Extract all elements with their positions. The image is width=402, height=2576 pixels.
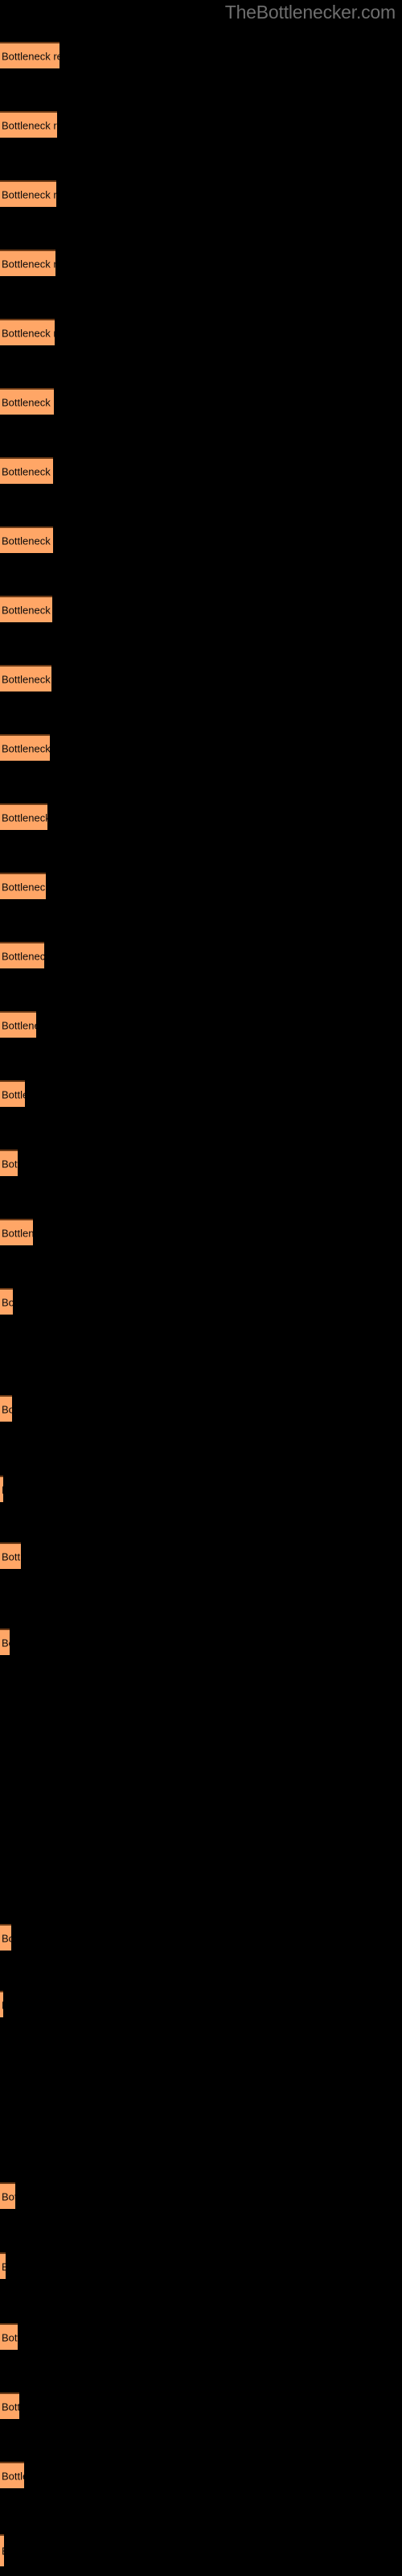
bar-row: Bottleneck result [0, 803, 402, 830]
bar-row: Bottleneck result [0, 1080, 402, 1107]
bar-1[interactable]: Bottleneck result [0, 42, 59, 68]
bar-15[interactable]: Bottleneck result [0, 1011, 36, 1038]
bar-12[interactable]: Bottleneck result [0, 803, 47, 830]
bar-row: Bottleneck result [0, 388, 402, 415]
bar-2[interactable]: Bottleneck result [0, 111, 57, 138]
bar-label: Bottleneck result [2, 2401, 19, 2413]
bar-row: Bottleneck result [0, 1288, 402, 1315]
bar-19[interactable]: Bottleneck result [0, 1288, 13, 1315]
bar-row: Bottleneck result [0, 2534, 402, 2566]
bar-row: Bottleneck result [0, 1219, 402, 1245]
bar-row: Bottleneck result [0, 1011, 402, 1038]
bar-14[interactable]: Bottleneck result [0, 942, 44, 968]
bar-label: Bottleneck result [2, 1999, 3, 2011]
bar-label: Bottleneck result [2, 465, 53, 477]
bar-row: Bottleneck result [0, 2392, 402, 2419]
bar-label: Bottleneck result [2, 811, 47, 824]
bottleneck-bar-chart: TheBottlenecker.com Bottleneck resultBot… [0, 0, 402, 2576]
bar-row: Bottleneck result [0, 2462, 402, 2488]
bar-row: Bottleneck result [0, 526, 402, 553]
bar-label: Bottleneck result [2, 1227, 33, 1239]
bar-label: Bottleneck result [2, 742, 50, 754]
bar-row: Bottleneck result [0, 250, 402, 276]
bar-label: Bottleneck result [2, 950, 44, 962]
bar-row: Bottleneck result [0, 1629, 402, 1655]
bar-row: Bottleneck result [0, 665, 402, 691]
bar-label: Bottleneck result [2, 1088, 25, 1100]
bar-label: Bottleneck result [2, 1019, 36, 1031]
bar-row: Bottleneck result [0, 457, 402, 484]
bar-22[interactable]: Bottleneck result [0, 1542, 21, 1569]
bar-29[interactable]: Bottleneck result [0, 2392, 19, 2419]
bar-label: Bottleneck result [2, 673, 51, 685]
bar-row: Bottleneck result [0, 942, 402, 968]
chart-plot-area: Bottleneck result Bottleneck result Bottle… [0, 0, 402, 2576]
bar-row: Bottleneck result [0, 1542, 402, 1569]
bar-label: Bottleneck result [2, 1158, 18, 1170]
bar-18[interactable]: Bottleneck result [0, 1219, 33, 1245]
bar-row: Bottleneck result [0, 873, 402, 899]
bar-24[interactable]: Bottleneck result [0, 1924, 11, 1951]
bar-11[interactable]: Bottleneck result [0, 734, 50, 761]
bar-row: Bottleneck result [0, 1395, 402, 1422]
bar-label: Bottleneck result [2, 2190, 15, 2202]
bar-label: Bottleneck result [2, 188, 56, 200]
bar-6[interactable]: Bottleneck result [0, 388, 54, 415]
bar-label: Bottleneck result [2, 2470, 24, 2482]
bar-7[interactable]: Bottleneck result [0, 457, 53, 484]
bar-row: Bottleneck result [0, 111, 402, 138]
bar-row: Bottleneck result [0, 1476, 402, 1502]
bar-row: Bottleneck result [0, 2323, 402, 2350]
bar-30[interactable]: Bottleneck result [0, 2462, 24, 2488]
bar-label: Bottleneck result [2, 119, 57, 131]
bar-label: Bottleneck result [2, 2331, 18, 2343]
bar-row: Bottleneck result [0, 596, 402, 622]
bar-label: Bottleneck result [2, 881, 46, 893]
bar-row: Bottleneck result [0, 2252, 402, 2279]
bar-4[interactable]: Bottleneck result [0, 250, 55, 276]
bar-label: Bottleneck result [2, 1550, 21, 1563]
bar-28[interactable]: Bottleneck result [0, 2323, 18, 2350]
bar-label: Bottleneck result [2, 604, 52, 616]
bar-row: Bottleneck result [0, 1991, 402, 2017]
bar-row: Bottleneck result [0, 1924, 402, 1951]
bar-21[interactable]: Bottleneck result [0, 1476, 3, 1502]
bar-25[interactable]: Bottleneck result [0, 1991, 3, 2017]
bar-row: Bottleneck result [0, 319, 402, 345]
bar-9[interactable]: Bottleneck result [0, 596, 52, 622]
bar-row: Bottleneck result [0, 180, 402, 207]
bar-label: Bottleneck result [2, 2545, 4, 2557]
bar-label: Bottleneck result [2, 258, 55, 270]
bar-row: Bottleneck result [0, 734, 402, 761]
bar-5[interactable]: Bottleneck result [0, 319, 55, 345]
bar-label: Bottleneck result [2, 396, 54, 408]
bar-13[interactable]: Bottleneck result [0, 873, 46, 899]
bar-17[interactable]: Bottleneck result [0, 1150, 18, 1176]
bar-label: Bottleneck result [2, 535, 53, 547]
bar-label: Bottleneck result [2, 50, 59, 62]
bar-26[interactable]: Bottleneck result [0, 2182, 15, 2209]
bar-row: Bottleneck result [0, 42, 402, 68]
bar-10[interactable]: Bottleneck result [0, 665, 51, 691]
bar-31[interactable]: Bottleneck result [0, 2534, 4, 2566]
bar-8[interactable]: Bottleneck result [0, 526, 53, 553]
bar-label: Bottleneck result [2, 2260, 6, 2273]
bar-23[interactable]: Bottleneck result [0, 1629, 10, 1655]
bar-16[interactable]: Bottleneck result [0, 1080, 25, 1107]
bar-label: Bottleneck result [2, 1637, 10, 1649]
bar-row: Bottleneck result [0, 1150, 402, 1176]
bar-3[interactable]: Bottleneck result [0, 180, 56, 207]
bar-label: Bottleneck result [2, 1296, 13, 1308]
bar-27[interactable]: Bottleneck result [0, 2252, 6, 2279]
bar-label: Bottleneck result [2, 1932, 11, 1944]
bar-label: Bottleneck result [2, 327, 55, 339]
bar-label: Bottleneck result [2, 1403, 12, 1415]
bar-20[interactable]: Bottleneck result [0, 1395, 12, 1422]
bar-row: Bottleneck result [0, 2182, 402, 2209]
bar-label: Bottleneck result [2, 1484, 3, 1496]
